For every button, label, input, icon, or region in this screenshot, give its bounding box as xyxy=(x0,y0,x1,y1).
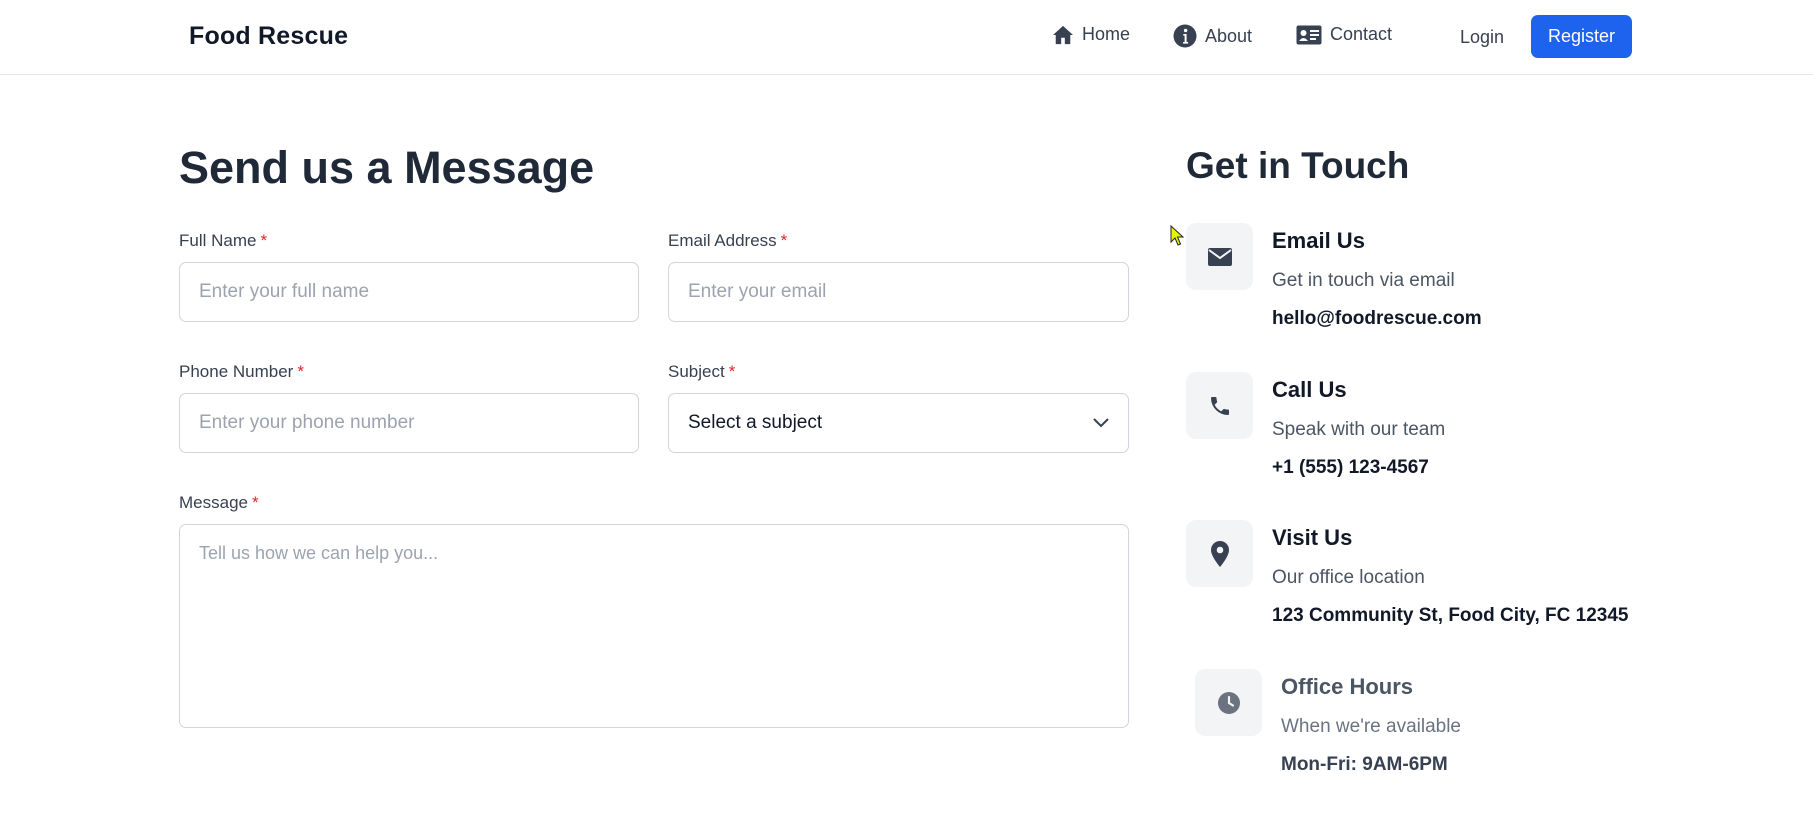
email-input[interactable] xyxy=(668,262,1129,322)
mouse-cursor-icon xyxy=(1170,224,1186,252)
contact-info-title: Get in Touch xyxy=(1186,145,1410,186)
phone-label-text: Phone Number xyxy=(179,362,294,381)
map-pin-icon xyxy=(1186,520,1253,587)
required-asterisk: * xyxy=(260,231,268,250)
visit-us-subtext: Our office location xyxy=(1272,567,1425,588)
phone-icon xyxy=(1186,372,1253,439)
brand-logo-text[interactable]: Food Rescue xyxy=(189,22,348,51)
call-us-heading: Call Us xyxy=(1272,377,1347,402)
subject-select[interactable]: Select a subject xyxy=(668,393,1129,453)
required-asterisk: * xyxy=(297,362,304,381)
subject-label: Subject * xyxy=(668,362,735,382)
register-button[interactable]: Register xyxy=(1531,15,1632,58)
email-address-link[interactable]: hello@foodrescue.com xyxy=(1272,308,1482,330)
required-asterisk: * xyxy=(728,362,736,381)
required-asterisk: * xyxy=(780,231,788,250)
top-navbar: Food Rescue Home About Contact Login Reg… xyxy=(0,0,1813,75)
nav-about-label: About xyxy=(1205,25,1253,46)
full-name-input[interactable] xyxy=(179,262,639,322)
email-us-heading: Email Us xyxy=(1272,228,1365,253)
nav-home-label: Home xyxy=(1082,24,1131,44)
clock-icon xyxy=(1195,669,1262,736)
office-hours-heading: Office Hours xyxy=(1281,674,1414,699)
home-icon xyxy=(1052,25,1074,45)
phone-number-link[interactable]: +1 (555) 123-4567 xyxy=(1272,457,1429,479)
email-label: Email Address * xyxy=(668,231,787,251)
email-label-text: Email Address xyxy=(668,231,777,250)
office-address: 123 Community St, Food City, FC 12345 xyxy=(1272,605,1629,626)
form-title: Send us a Message xyxy=(179,142,595,193)
envelope-icon xyxy=(1186,223,1253,290)
office-hours-subtext: When we're available xyxy=(1281,716,1461,737)
phone-input[interactable] xyxy=(179,393,639,453)
nav-contact-label: Contact xyxy=(1330,24,1393,44)
visit-us-heading: Visit Us xyxy=(1272,525,1353,550)
info-icon xyxy=(1173,24,1197,48)
nav-contact[interactable]: Contact xyxy=(1296,24,1392,45)
office-hours-value: Mon-Fri: 9AM-6PM xyxy=(1281,754,1448,775)
required-asterisk: * xyxy=(251,493,259,512)
email-us-subtext: Get in touch via email xyxy=(1272,270,1455,291)
full-name-label-text: Full Name xyxy=(179,231,257,250)
message-label-text: Message xyxy=(179,493,248,512)
phone-label: Phone Number * xyxy=(179,362,304,382)
message-textarea[interactable] xyxy=(179,524,1129,728)
message-label: Message * xyxy=(179,493,259,513)
call-us-subtext: Speak with our team xyxy=(1272,419,1446,440)
full-name-label: Full Name * xyxy=(179,231,267,251)
subject-selected-value: Select a subject xyxy=(688,412,823,433)
login-link[interactable]: Login xyxy=(1460,27,1504,48)
chevron-down-icon xyxy=(1093,412,1109,434)
nav-about[interactable]: About xyxy=(1173,24,1252,48)
nav-home[interactable]: Home xyxy=(1052,24,1130,45)
subject-label-text: Subject xyxy=(668,362,725,381)
contact-card-icon xyxy=(1296,25,1322,45)
